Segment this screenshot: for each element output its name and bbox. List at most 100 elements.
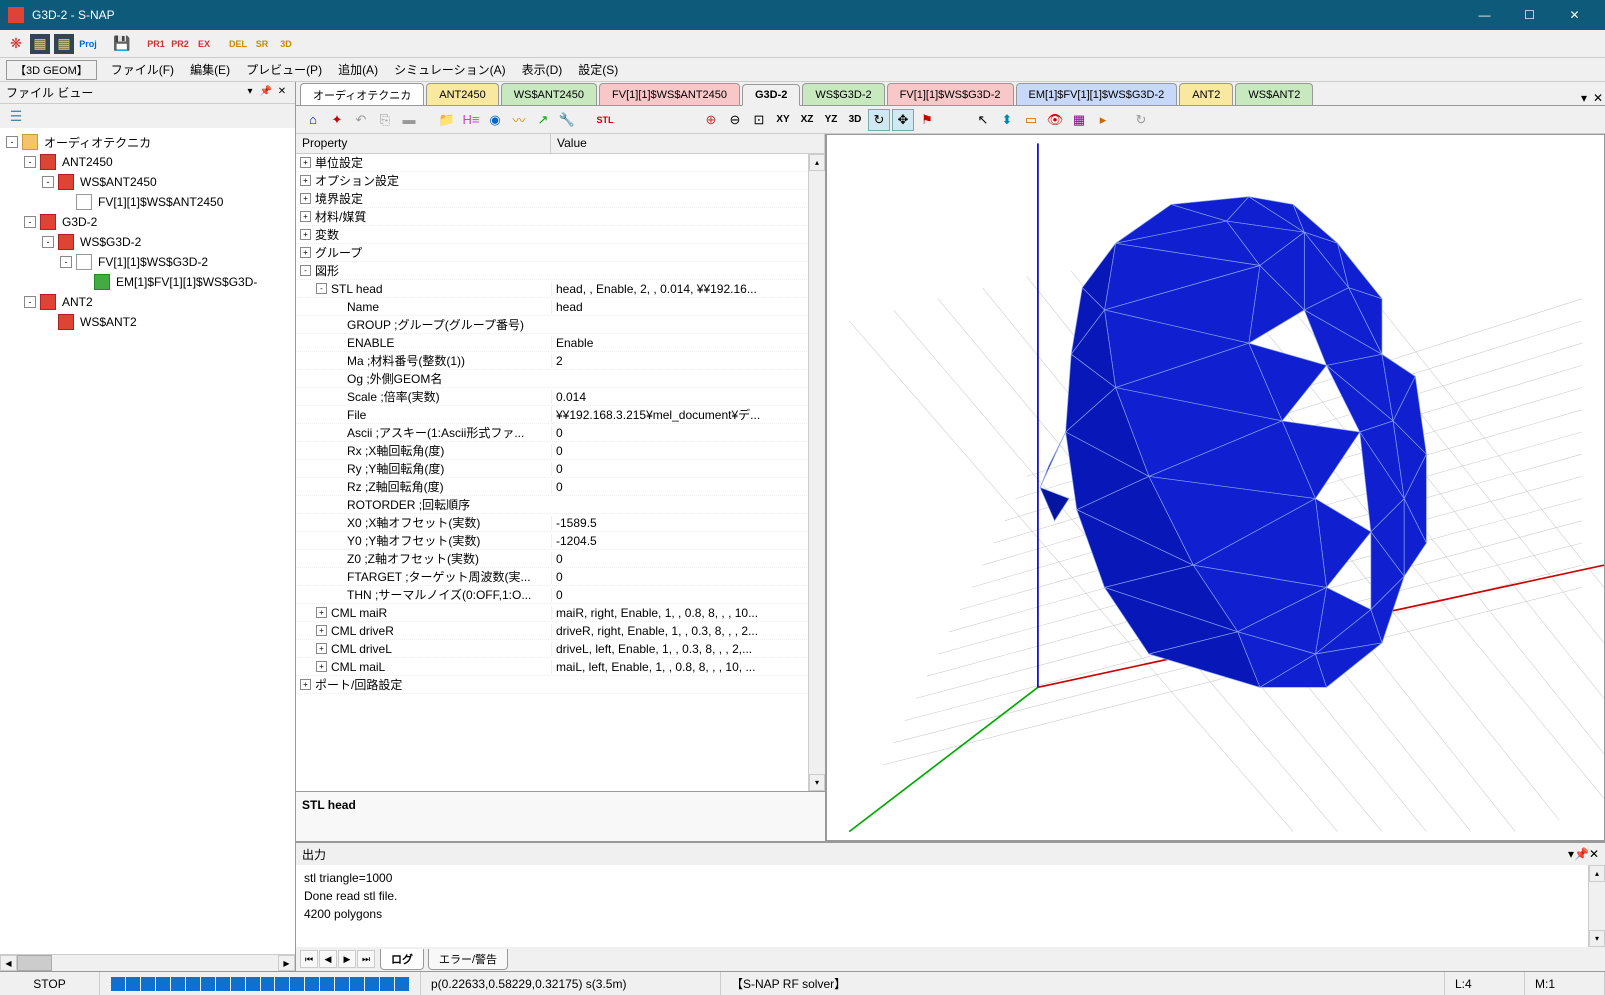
document-tab[interactable]: ANT2450 xyxy=(426,83,498,105)
document-tab[interactable]: FV[1][1]$WS$G3D-2 xyxy=(887,83,1014,105)
tool-circle-icon[interactable]: ◉ xyxy=(484,109,506,131)
tree-label[interactable]: WS$G3D-2 xyxy=(78,234,143,250)
menu-view[interactable]: 表示(D) xyxy=(514,59,571,80)
panel-dropdown-icon[interactable]: ▾ xyxy=(243,86,257,100)
copy-icon[interactable]: ⎘ xyxy=(374,109,396,131)
tool-sr[interactable]: SR xyxy=(252,34,272,54)
eye-icon[interactable]: 👁 xyxy=(1044,109,1066,131)
tool-icon-2[interactable]: ▦ xyxy=(30,34,50,54)
document-tab[interactable]: FV[1][1]$WS$ANT2450 xyxy=(599,83,740,105)
zoom-window-icon[interactable]: ⊡ xyxy=(748,109,770,131)
menu-settings[interactable]: 設定(S) xyxy=(570,59,626,80)
property-row[interactable]: +ポート/回路設定 xyxy=(296,676,825,694)
property-value[interactable]: 0.014 xyxy=(551,390,825,404)
tree-label[interactable]: FV[1][1]$WS$G3D-2 xyxy=(96,254,210,270)
property-scrollbar[interactable]: ▴▾ xyxy=(808,154,825,791)
nav-last-icon[interactable]: ⏭ xyxy=(357,950,375,968)
property-value[interactable]: 0 xyxy=(551,570,825,584)
property-body[interactable]: +単位設定+オプション設定+境界設定+材料/媒質+変数+グループ-図形-STL … xyxy=(296,154,825,791)
tree-item[interactable]: -G3D-2 xyxy=(2,212,293,232)
property-row[interactable]: ROTORDER ;回転順序 xyxy=(296,496,825,514)
scroll-right-icon[interactable]: ▶ xyxy=(278,955,295,971)
tool-del[interactable]: DEL xyxy=(228,34,248,54)
group-icon[interactable]: ▭ xyxy=(1020,109,1042,131)
property-row[interactable]: +CML driveLdriveL, left, Enable, 1, , 0.… xyxy=(296,640,825,658)
property-row[interactable]: Y0 ;Y軸オフセット(実数)-1204.5 xyxy=(296,532,825,550)
property-row[interactable]: Ry ;Y軸回転角(度)0 xyxy=(296,460,825,478)
rotate-tool-icon[interactable]: ↻ xyxy=(868,109,890,131)
document-tab[interactable]: WS$G3D-2 xyxy=(802,83,884,105)
refresh-icon[interactable]: ☰ xyxy=(6,106,26,126)
tree-item[interactable]: -ANT2 xyxy=(2,292,293,312)
move-icon[interactable]: ⬍ xyxy=(996,109,1018,131)
select-icon[interactable]: ↖ xyxy=(972,109,994,131)
property-row[interactable]: +オプション設定 xyxy=(296,172,825,190)
property-value[interactable]: 0 xyxy=(551,444,825,458)
tool-icon-1[interactable]: ❋ xyxy=(6,34,26,54)
scroll-track[interactable] xyxy=(17,955,278,971)
document-tab[interactable]: オーディオテクニカ xyxy=(300,83,424,105)
tree-item[interactable]: - WS$G3D-2 xyxy=(2,232,293,252)
property-row[interactable]: +CML maiRmaiR, right, Enable, 1, , 0.8, … xyxy=(296,604,825,622)
property-value[interactable]: 0 xyxy=(551,480,825,494)
property-toggle-icon[interactable]: + xyxy=(316,643,327,654)
document-tab[interactable]: WS$ANT2 xyxy=(1235,83,1313,105)
property-toggle-icon[interactable]: + xyxy=(300,193,311,204)
tree-toggle-icon[interactable]: - xyxy=(42,176,54,188)
zoom-out-icon[interactable]: ⊖ xyxy=(724,109,746,131)
property-value[interactable]: 0 xyxy=(551,552,825,566)
property-value[interactable]: maiL, left, Enable, 1, , 0.8, 8, , , 10,… xyxy=(551,660,825,674)
tool-ex[interactable]: EX xyxy=(194,34,214,54)
scroll-thumb[interactable] xyxy=(17,955,52,971)
tree-item[interactable]: EM[1]$FV[1][1]$WS$G3D- xyxy=(2,272,293,292)
tree-toggle-icon[interactable]: - xyxy=(24,156,36,168)
tree-label[interactable]: WS$ANT2450 xyxy=(78,174,159,190)
property-toggle-icon[interactable]: + xyxy=(300,679,311,690)
property-row[interactable]: Ascii ;アスキー(1:Ascii形式ファ...0 xyxy=(296,424,825,442)
output-tab-log[interactable]: ログ xyxy=(380,949,424,970)
menu-edit[interactable]: 編集(E) xyxy=(182,59,238,80)
tree-toggle-icon[interactable]: - xyxy=(42,236,54,248)
property-row[interactable]: ENABLEEnable xyxy=(296,334,825,352)
flag-icon[interactable]: ⚑ xyxy=(916,109,938,131)
tree-toggle-icon[interactable]: - xyxy=(24,216,36,228)
tool-wrench-icon[interactable]: 🔧 xyxy=(556,109,578,131)
nav-next-icon[interactable]: ▶ xyxy=(338,950,356,968)
property-value[interactable]: Enable xyxy=(551,336,825,350)
property-row[interactable]: Og ;外側GEOM名 xyxy=(296,370,825,388)
property-row[interactable]: THN ;サーマルノイズ(0:OFF,1:O...0 xyxy=(296,586,825,604)
output-close-icon[interactable]: ✕ xyxy=(1589,847,1599,861)
property-row[interactable]: +グループ xyxy=(296,244,825,262)
tree-label[interactable]: ANT2450 xyxy=(60,154,115,170)
menu-preview[interactable]: プレビュー(P) xyxy=(238,59,330,80)
property-toggle-icon[interactable]: + xyxy=(300,229,311,240)
property-row[interactable]: -図形 xyxy=(296,262,825,280)
menu-add[interactable]: 追加(A) xyxy=(330,59,386,80)
output-body[interactable]: stl triangle=1000Done read stl file.4200… xyxy=(296,865,1605,947)
property-row[interactable]: -STL headhead, , Enable, 2, , 0.014, ¥¥1… xyxy=(296,280,825,298)
tool-icon-4[interactable]: Proj xyxy=(78,34,98,54)
property-value[interactable]: head xyxy=(551,300,825,314)
open-icon[interactable]: 📁 xyxy=(436,109,458,131)
tree-toggle-icon[interactable]: - xyxy=(24,296,36,308)
geom-mode-button[interactable]: 【3D GEOM】 xyxy=(6,60,97,80)
tabs-dropdown-icon[interactable]: ▾ xyxy=(1577,91,1591,105)
property-value[interactable]: driveR, right, Enable, 1, , 0.3, 8, , , … xyxy=(551,624,825,638)
property-row[interactable]: File¥¥192.168.3.215¥mel_document¥デ... xyxy=(296,406,825,424)
tree-item[interactable]: - WS$ANT2450 xyxy=(2,172,293,192)
pan-tool-icon[interactable]: ✥ xyxy=(892,109,914,131)
scroll-up-icon[interactable]: ▴ xyxy=(809,154,825,171)
tool-h-icon[interactable]: H≡ xyxy=(460,109,482,131)
refresh-view-icon[interactable]: ↻ xyxy=(1130,109,1152,131)
scroll-down-icon[interactable]: ▾ xyxy=(809,774,825,791)
property-row[interactable]: X0 ;X軸オフセット(実数)-1589.5 xyxy=(296,514,825,532)
scroll-down-icon[interactable]: ▾ xyxy=(1589,930,1605,947)
undo-icon[interactable]: ↶ xyxy=(350,109,372,131)
scroll-up-icon[interactable]: ▴ xyxy=(1589,865,1605,882)
property-row[interactable]: Scale ;倍率(実数)0.014 xyxy=(296,388,825,406)
tree-item[interactable]: - ANT2450 xyxy=(2,152,293,172)
tree-item[interactable]: -FV[1][1]$WS$G3D-2 xyxy=(2,252,293,272)
property-toggle-icon[interactable]: + xyxy=(300,157,311,168)
view-xy-icon[interactable]: XY xyxy=(772,109,794,131)
property-row[interactable]: Ma ;材料番号(整数(1))2 xyxy=(296,352,825,370)
